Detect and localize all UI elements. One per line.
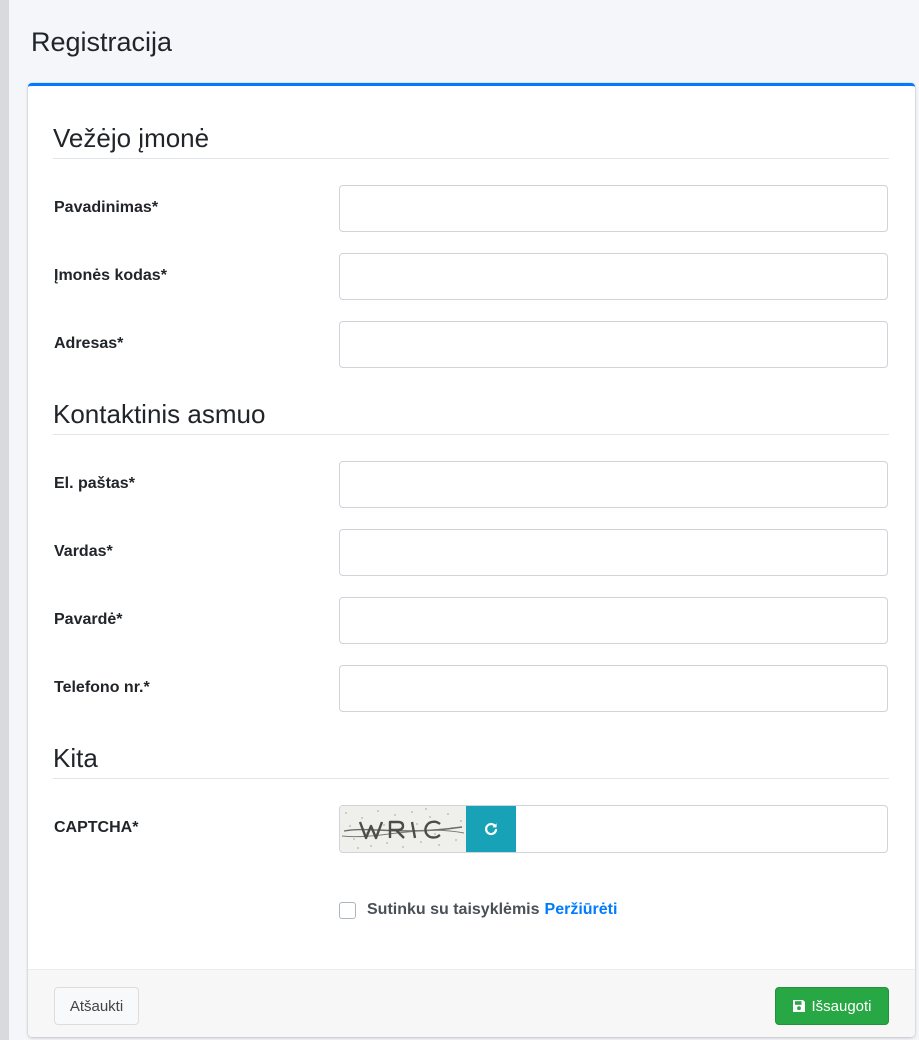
section-divider [53,778,889,779]
registration-page: Registracija Vežėjo įmonė Pavadinimas* Į… [0,0,919,1040]
company-code-label: Įmonės kodas* [54,267,167,284]
section-title-company: Vežėjo įmonė [53,123,210,153]
agreement-row: Sutinku su taisyklėmis Peržiūrėti [339,900,617,920]
captcha-refresh-button[interactable] [466,806,516,852]
phone-input[interactable] [339,665,888,712]
captcha-group [339,805,888,853]
agree-checkbox[interactable] [339,901,356,919]
address-input[interactable] [339,321,888,368]
registration-card: Vežėjo įmonė Pavadinimas* Įmonės kodas* … [28,83,915,1037]
floppy-disk-icon [793,1000,806,1012]
card-footer: Atšaukti Išsaugoti [28,969,915,1037]
refresh-icon [485,822,498,836]
name-input[interactable] [339,185,888,232]
save-button[interactable]: Išsaugoti [775,987,889,1025]
email-label: El. paštas* [54,475,135,492]
captcha-label: CAPTCHA* [54,819,139,836]
address-label: Adresas* [54,335,124,352]
save-button-label: Išsaugoti [811,997,872,1015]
name-label: Pavadinimas* [54,199,159,216]
captcha-image [340,806,466,852]
view-rules-link[interactable]: Peržiūrėti [545,901,618,919]
first-name-label: Vardas* [54,543,113,560]
section-divider [53,158,889,159]
email-input[interactable] [339,461,888,508]
last-name-input[interactable] [339,597,888,644]
company-code-input[interactable] [339,253,888,300]
page-title: Registracija [31,27,173,57]
captcha-input[interactable] [516,806,887,852]
section-title-other: Kita [53,743,98,773]
phone-label: Telefono nr.* [54,679,150,696]
sidebar-edge [0,0,9,1040]
last-name-label: Pavardė* [54,611,123,628]
cancel-button[interactable]: Atšaukti [54,987,139,1025]
first-name-input[interactable] [339,529,888,576]
section-title-contact: Kontaktinis asmuo [53,399,266,429]
agreement-text: Sutinku su taisyklėmis [367,901,540,918]
section-divider [53,434,889,435]
